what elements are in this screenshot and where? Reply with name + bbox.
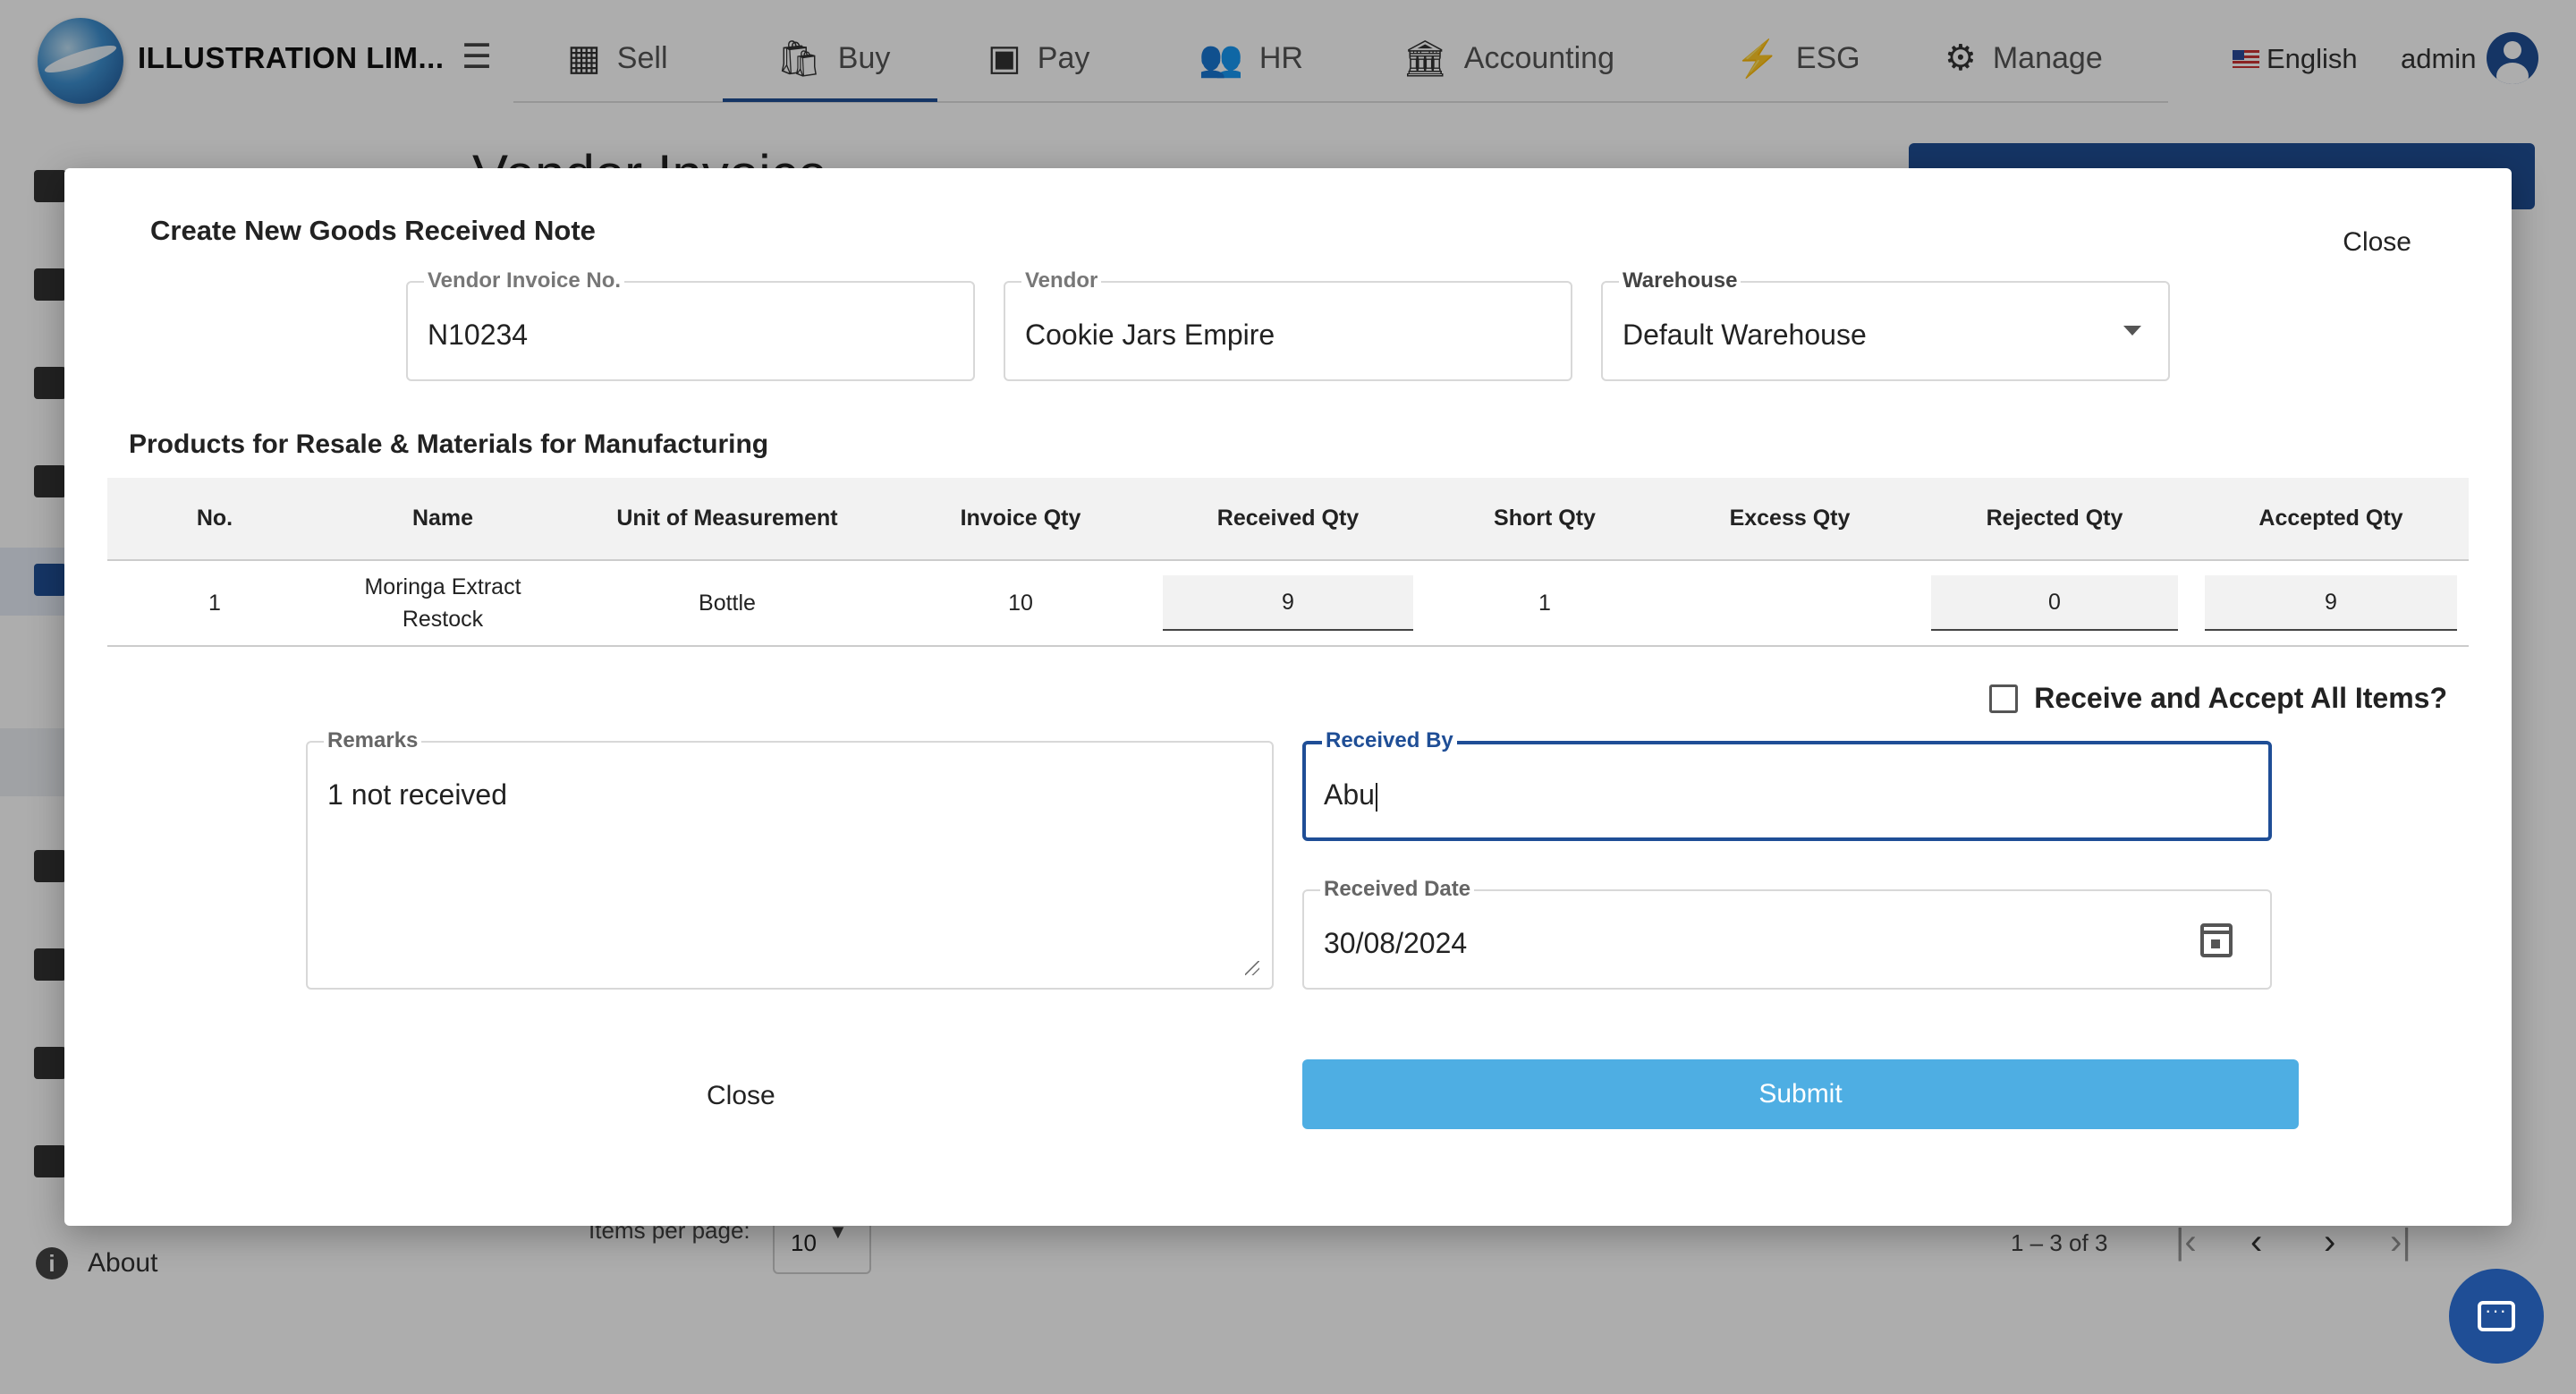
cell-excess-qty: [1664, 560, 1916, 647]
field-label: Vendor: [1021, 268, 1102, 293]
field-value: 1 not received: [327, 778, 508, 811]
vendor-field[interactable]: Vendor Cookie Jars Empire: [1004, 268, 1572, 381]
received-by-text: Abu: [1324, 778, 1375, 811]
field-label: Received By: [1322, 728, 1457, 753]
rejected-qty-input[interactable]: 0: [1931, 575, 2178, 631]
col-header-no: No.: [107, 478, 322, 561]
receive-all-checkbox[interactable]: [1989, 684, 2019, 713]
cell-unit: Bottle: [564, 560, 891, 647]
chat-button[interactable]: [2449, 1269, 2544, 1364]
field-label: Remarks: [324, 728, 422, 753]
dialog-title: Create New Goods Received Note: [150, 215, 596, 246]
cell-received-qty: 9: [1150, 560, 1426, 647]
col-header-name: Name: [322, 478, 564, 561]
field-value: Default Warehouse: [1623, 319, 1867, 351]
section-title: Products for Resale & Materials for Manu…: [129, 429, 769, 459]
table-header-row: No. Name Unit of Measurement Invoice Qty…: [107, 478, 2469, 561]
col-header-received-qty: Received Qty: [1150, 478, 1426, 561]
received-date-input[interactable]: Received Date 30/08/2024: [1302, 877, 2272, 990]
field-value: 30/08/2024: [1324, 927, 1468, 959]
received-qty-input[interactable]: 9: [1163, 575, 1413, 631]
calendar-icon[interactable]: [2200, 923, 2233, 957]
chat-icon: [2478, 1299, 2515, 1331]
col-header-accepted-qty: Accepted Qty: [2193, 478, 2469, 561]
cell-no: 1: [107, 560, 322, 647]
cell-rejected-qty: 0: [1916, 560, 2193, 647]
text-cursor: [1375, 782, 1377, 812]
cell-accepted-qty: 9: [2193, 560, 2469, 647]
receive-all-option[interactable]: Receive and Accept All Items?: [1989, 682, 2447, 715]
col-header-short-qty: Short Qty: [1426, 478, 1664, 561]
col-header-excess-qty: Excess Qty: [1664, 478, 1916, 561]
field-value: Abu: [1324, 778, 1377, 812]
cell-name: Moringa Extract Restock: [322, 560, 564, 647]
products-table: No. Name Unit of Measurement Invoice Qty…: [107, 478, 2469, 647]
field-value: Cookie Jars Empire: [1025, 319, 1275, 351]
cell-short-qty: 1: [1426, 560, 1664, 647]
col-header-rejected-qty: Rejected Qty: [1916, 478, 2193, 561]
product-name: Moringa Extract Restock: [364, 574, 521, 632]
dropdown-arrow-icon: [2123, 326, 2141, 336]
warehouse-select[interactable]: Warehouse Default Warehouse: [1601, 268, 2170, 381]
field-value: N10234: [428, 319, 529, 351]
close-button[interactable]: Close: [707, 1081, 775, 1111]
field-label: Vendor Invoice No.: [424, 268, 625, 293]
field-label: Warehouse: [1619, 268, 1741, 293]
goods-received-note-dialog: Create New Goods Received Note Close Ven…: [64, 168, 2512, 1226]
col-header-invoice-qty: Invoice Qty: [891, 478, 1150, 561]
resize-handle-icon[interactable]: [1245, 961, 1259, 975]
cell-invoice-qty: 10: [891, 560, 1150, 647]
table-row: 1 Moringa Extract Restock Bottle 10 9 1 …: [107, 560, 2469, 647]
received-by-input[interactable]: Received By Abu: [1302, 728, 2272, 841]
field-label: Received Date: [1320, 877, 1475, 902]
vendor-invoice-no-field[interactable]: Vendor Invoice No. N10234: [406, 268, 975, 381]
close-button-top[interactable]: Close: [2343, 227, 2411, 258]
submit-button[interactable]: Submit: [1302, 1059, 2299, 1129]
remarks-textarea[interactable]: Remarks 1 not received: [306, 728, 1274, 990]
col-header-unit: Unit of Measurement: [564, 478, 891, 561]
receive-all-label: Receive and Accept All Items?: [2034, 682, 2447, 714]
accepted-qty-input[interactable]: 9: [2205, 575, 2457, 631]
